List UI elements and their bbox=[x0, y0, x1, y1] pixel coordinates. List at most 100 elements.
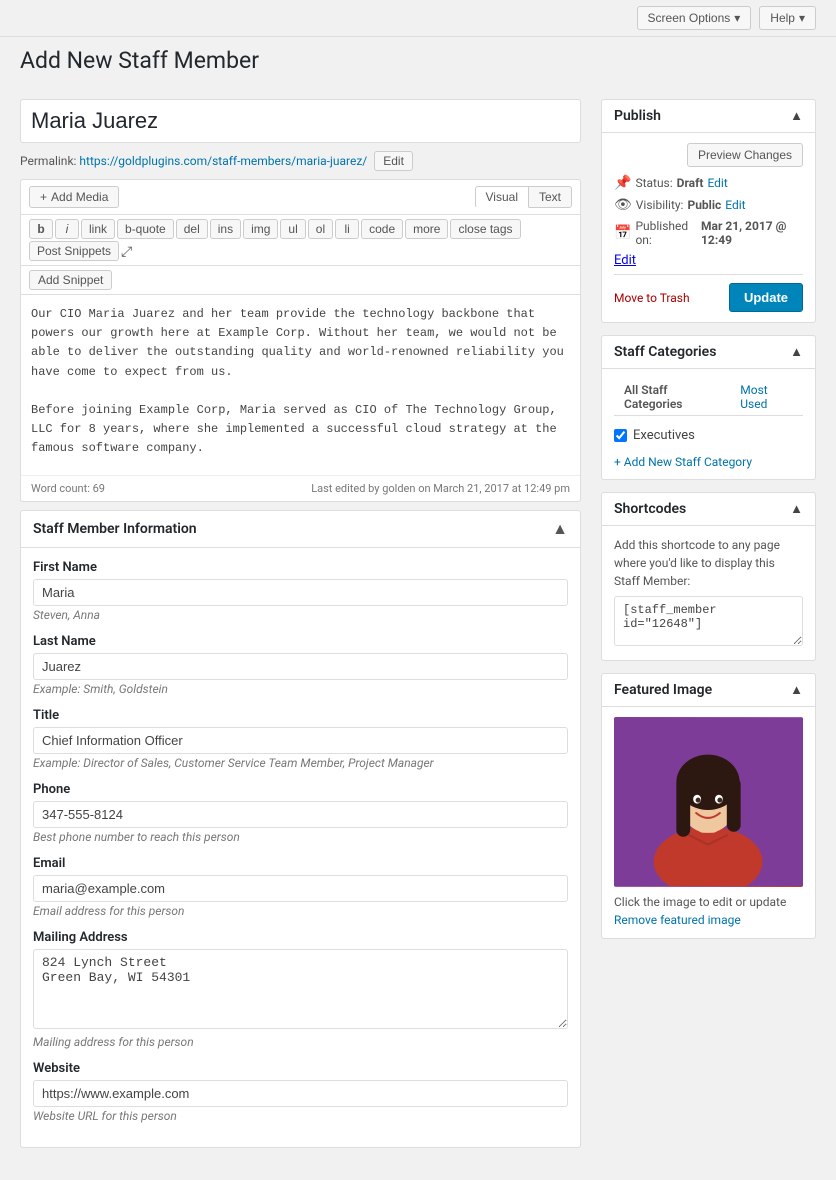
code-button[interactable]: code bbox=[361, 219, 403, 239]
bold-button[interactable]: b bbox=[29, 219, 53, 239]
li-button[interactable]: li bbox=[335, 219, 359, 239]
featured-image-caption: Click the image to edit or update bbox=[614, 895, 803, 909]
executives-label: Executives bbox=[633, 428, 695, 443]
post-title-input[interactable] bbox=[31, 108, 570, 134]
phone-input[interactable] bbox=[33, 801, 568, 828]
staff-categories-body: All Staff Categories Most Used Executive… bbox=[602, 369, 815, 479]
ins-button[interactable]: ins bbox=[210, 219, 241, 239]
publish-box-title: Publish bbox=[614, 108, 661, 124]
publish-box-header[interactable]: Publish ▲ bbox=[602, 100, 815, 133]
title-input[interactable] bbox=[33, 727, 568, 754]
ul-button[interactable]: ul bbox=[280, 219, 305, 239]
publish-footer: Move to Trash Update bbox=[614, 274, 803, 312]
shortcodes-header[interactable]: Shortcodes ▲ bbox=[602, 493, 815, 526]
expand-editor-button[interactable]: ⤢ bbox=[121, 243, 132, 260]
staff-categories-title: Staff Categories bbox=[614, 344, 716, 360]
bquote-button[interactable]: b-quote bbox=[117, 219, 174, 239]
featured-image-box: Featured Image ▲ bbox=[601, 673, 816, 939]
ol-button[interactable]: ol bbox=[308, 219, 333, 239]
featured-image-collapse-icon: ▲ bbox=[790, 682, 803, 698]
help-chevron-icon: ▾ bbox=[799, 11, 805, 25]
screen-options-button[interactable]: Screen Options ▾ bbox=[637, 6, 752, 30]
staff-categories-header[interactable]: Staff Categories ▲ bbox=[602, 336, 815, 369]
last-edited-text: Last edited by golden on March 21, 2017 … bbox=[311, 482, 570, 495]
sidebar: Publish ▲ Preview Changes 📌 Status: Draf… bbox=[601, 99, 816, 1160]
more-button[interactable]: more bbox=[405, 219, 448, 239]
staff-info-title: Staff Member Information bbox=[33, 521, 197, 537]
main-wrap: Permalink: https://goldplugins.com/staff… bbox=[0, 79, 836, 1180]
add-new-staff-category-link[interactable]: + Add New Staff Category bbox=[614, 455, 803, 469]
editor-toolbar-left: + Add Media bbox=[29, 186, 119, 208]
wp-admin: Screen Options ▾ Help ▾ Add New Staff Me… bbox=[0, 0, 836, 1180]
featured-image-svg bbox=[614, 718, 803, 886]
editor-paragraph-2: Before joining Example Corp, Maria serve… bbox=[31, 401, 570, 459]
featured-image-placeholder[interactable] bbox=[614, 717, 803, 887]
word-count-label: Word count: bbox=[31, 482, 90, 495]
img-button[interactable]: img bbox=[243, 219, 278, 239]
category-tabs: All Staff Categories Most Used bbox=[614, 379, 803, 416]
first-name-input[interactable] bbox=[33, 579, 568, 606]
executives-checkbox[interactable] bbox=[614, 429, 627, 442]
published-edit-link[interactable]: Edit bbox=[614, 253, 636, 268]
email-hint: Email address for this person bbox=[33, 904, 568, 918]
preview-changes-button[interactable]: Preview Changes bbox=[687, 143, 803, 167]
add-media-label: Add Media bbox=[51, 190, 108, 204]
last-name-input[interactable] bbox=[33, 653, 568, 680]
permalink-edit-button[interactable]: Edit bbox=[374, 151, 413, 171]
link-button[interactable]: link bbox=[81, 219, 115, 239]
staff-categories-box: Staff Categories ▲ All Staff Categories … bbox=[601, 335, 816, 480]
shortcode-description: Add this shortcode to any page where you… bbox=[614, 536, 803, 590]
text-tab[interactable]: Text bbox=[529, 186, 572, 208]
status-value: Draft bbox=[677, 176, 704, 190]
word-count-value: 69 bbox=[93, 482, 105, 495]
remove-featured-image-link[interactable]: Remove featured image bbox=[614, 913, 741, 927]
word-count-wrap: Word count: 69 bbox=[31, 482, 105, 495]
close-tags-button[interactable]: close tags bbox=[450, 219, 520, 239]
title-label: Title bbox=[33, 708, 568, 723]
tack-icon: 📌 bbox=[614, 175, 631, 191]
post-snippets-button[interactable]: Post Snippets bbox=[29, 241, 119, 261]
visual-tab[interactable]: Visual bbox=[475, 186, 529, 208]
most-used-tab[interactable]: Most Used bbox=[730, 379, 803, 415]
top-bar: Screen Options ▾ Help ▾ bbox=[0, 0, 836, 37]
visibility-label: Visibility: bbox=[636, 198, 684, 212]
staff-info-metabox: Staff Member Information ▲ First Name St… bbox=[20, 510, 581, 1148]
editor-content[interactable]: Our CIO Maria Juarez and her team provid… bbox=[21, 295, 580, 475]
permalink-url[interactable]: https://goldplugins.com/staff-members/ma… bbox=[79, 154, 367, 168]
italic-button[interactable]: i bbox=[55, 219, 79, 239]
update-button[interactable]: Update bbox=[729, 283, 803, 312]
publish-box: Publish ▲ Preview Changes 📌 Status: Draf… bbox=[601, 99, 816, 323]
bold-label: b bbox=[37, 222, 44, 236]
add-media-icon: + bbox=[40, 190, 47, 204]
staff-info-header[interactable]: Staff Member Information ▲ bbox=[21, 511, 580, 548]
editor-box: + Add Media Visual Text b i link b-quote bbox=[20, 179, 581, 502]
email-group: Email Email address for this person bbox=[33, 856, 568, 918]
all-categories-tab[interactable]: All Staff Categories bbox=[614, 379, 730, 415]
add-snippet-button[interactable]: Add Snippet bbox=[29, 270, 112, 290]
visibility-row: 👁 Visibility: Public Edit bbox=[614, 197, 803, 213]
last-name-hint: Example: Smith, Goldstein bbox=[33, 682, 568, 696]
email-input[interactable] bbox=[33, 875, 568, 902]
shortcode-input[interactable]: [staff_member id="12648"] bbox=[614, 596, 803, 646]
last-name-group: Last Name Example: Smith, Goldstein bbox=[33, 634, 568, 696]
website-input[interactable] bbox=[33, 1080, 568, 1107]
status-edit-link[interactable]: Edit bbox=[707, 176, 727, 190]
title-hint: Example: Director of Sales, Customer Ser… bbox=[33, 756, 568, 770]
mailing-group: Mailing Address 824 Lynch Street Green B… bbox=[33, 930, 568, 1049]
help-button[interactable]: Help ▾ bbox=[759, 6, 816, 30]
shortcodes-body: Add this shortcode to any page where you… bbox=[602, 526, 815, 660]
first-name-hint: Steven, Anna bbox=[33, 608, 568, 622]
add-media-button[interactable]: + Add Media bbox=[29, 186, 119, 208]
featured-image-header[interactable]: Featured Image ▲ bbox=[602, 674, 815, 707]
mailing-input[interactable]: 824 Lynch Street Green Bay, WI 54301 bbox=[33, 949, 568, 1029]
phone-hint: Best phone number to reach this person bbox=[33, 830, 568, 844]
featured-image-title: Featured Image bbox=[614, 682, 712, 698]
calendar-icon: 📅 bbox=[614, 225, 631, 241]
del-button[interactable]: del bbox=[176, 219, 208, 239]
eye-icon: 👁 bbox=[614, 197, 632, 213]
phone-group: Phone Best phone number to reach this pe… bbox=[33, 782, 568, 844]
trash-link[interactable]: Move to Trash bbox=[614, 291, 690, 305]
staff-categories-collapse-icon: ▲ bbox=[790, 344, 803, 360]
featured-image-wrap[interactable] bbox=[614, 717, 803, 887]
visibility-edit-link[interactable]: Edit bbox=[725, 198, 745, 212]
